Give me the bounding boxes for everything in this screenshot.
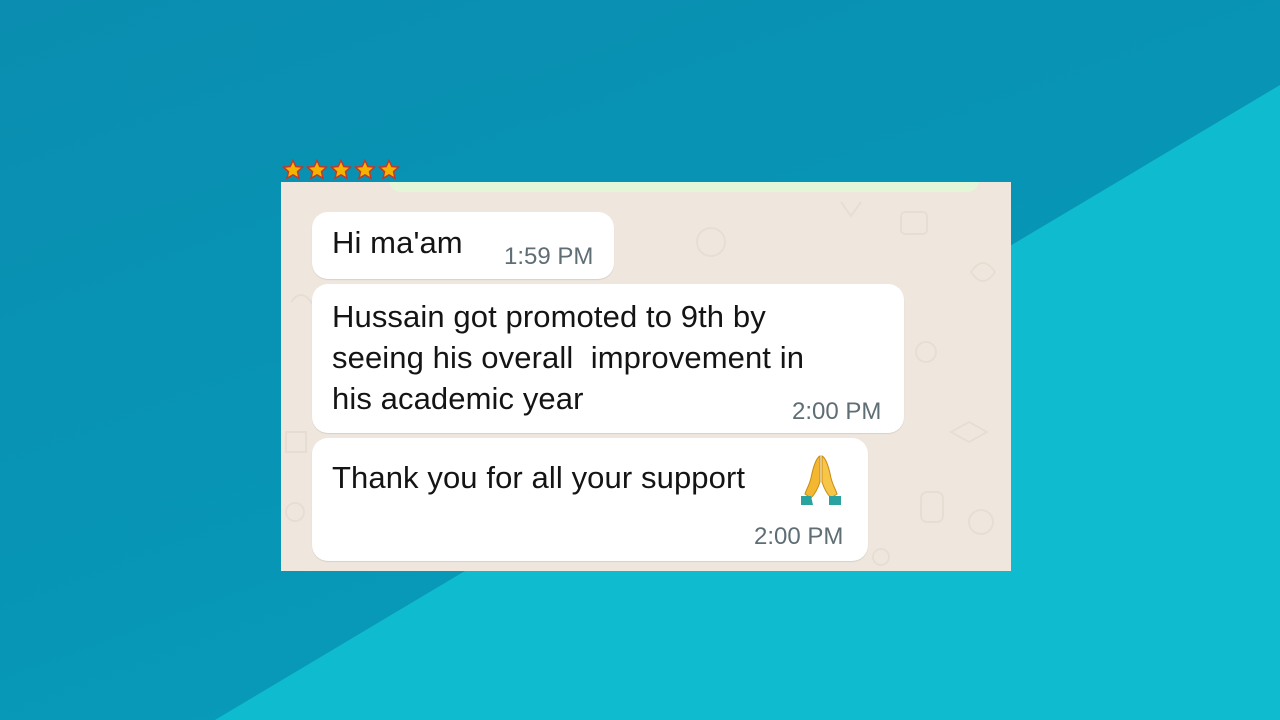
message-timestamp: 2:00 PM	[754, 523, 844, 550]
star-icon	[378, 159, 400, 180]
message-text: Hi ma'am	[332, 225, 463, 260]
message-timestamp: 1:59 PM	[504, 243, 594, 270]
star-icon	[354, 159, 376, 180]
chat-screenshot: Hi ma'am 1:59 PM Hussain got promoted to…	[281, 182, 1011, 571]
star-icon	[330, 159, 352, 180]
message-bubble: Thank you for all your support 2:00 PM	[312, 438, 868, 561]
message-bubble: Hi ma'am 1:59 PM	[312, 212, 614, 279]
folded-hands-icon	[801, 455, 841, 505]
message-timestamp: 2:00 PM	[792, 398, 882, 425]
message-bubble: Hussain got promoted to 9th by seeing hi…	[312, 284, 904, 433]
star-icon	[282, 159, 304, 180]
star-icon	[306, 159, 328, 180]
previous-message-bubble	[389, 182, 979, 192]
message-text: Hussain got promoted to 9th by seeing hi…	[332, 299, 805, 416]
star-rating	[282, 159, 400, 181]
message-text: Thank you for all your support	[332, 460, 746, 495]
